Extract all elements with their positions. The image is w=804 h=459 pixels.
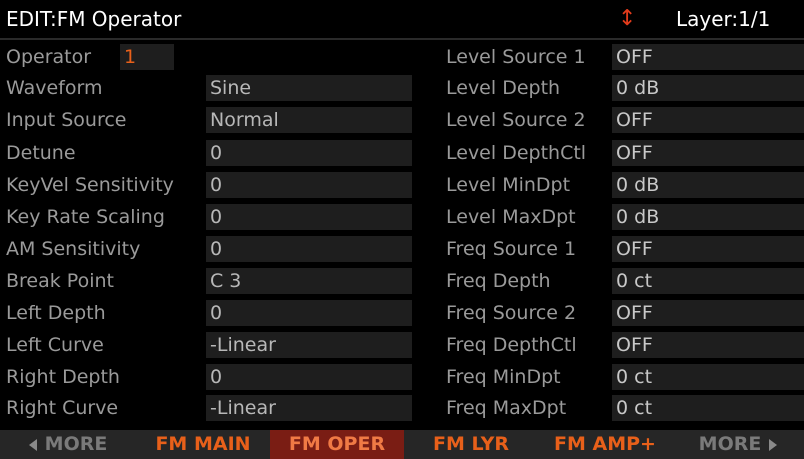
arrow-right-icon — [769, 438, 778, 451]
title-bar: EDIT:FM Operator ↕ Layer:1/1 — [0, 0, 804, 38]
param-label: Freq MinDpt — [446, 366, 561, 388]
param-row-level-mindpt: Level MinDpt 0 dB — [0, 170, 804, 200]
soft-button-label: MORE — [44, 433, 108, 455]
layer-indicator[interactable]: Layer:1/1 — [676, 0, 770, 38]
param-row-level-depth: Level Depth 0 dB — [0, 73, 804, 103]
more-right-button[interactable]: MORE — [672, 430, 804, 459]
page-title: EDIT:FM Operator — [6, 7, 182, 31]
param-label: Freq DepthCtl — [446, 334, 577, 356]
soft-button-bar: MORE FM MAIN FM OPER FM LYR FM AMP+ MORE — [0, 430, 804, 459]
up-down-arrow-icon: ↕ — [618, 6, 637, 31]
param-label: Level MinDpt — [446, 174, 571, 196]
tab-fm-lyr[interactable]: FM LYR — [404, 430, 538, 459]
param-value-field[interactable]: OFF — [612, 140, 804, 166]
param-label: Freq Depth — [446, 270, 551, 292]
param-row-freq-maxdpt: Freq MaxDpt 0 ct — [0, 393, 804, 423]
param-value-field[interactable]: OFF — [612, 44, 804, 70]
soft-button-label: FM MAIN — [155, 433, 251, 455]
tab-fm-main[interactable]: FM MAIN — [136, 430, 270, 459]
param-row-level-source-2: Level Source 2 OFF — [0, 105, 804, 135]
param-row-level-source-1: Level Source 1 OFF — [0, 42, 804, 72]
soft-button-label: MORE — [698, 433, 762, 455]
more-left-button[interactable]: MORE — [0, 430, 136, 459]
tab-fm-oper[interactable]: FM OPER — [270, 430, 404, 459]
param-label: Level Depth — [446, 77, 561, 99]
param-value-field[interactable]: 0 ct — [612, 268, 804, 294]
param-row-freq-mindpt: Freq MinDpt 0 ct — [0, 362, 804, 392]
arrow-left-icon — [28, 438, 37, 451]
param-label: Freq Source 2 — [446, 302, 577, 324]
param-label: Level Source 2 — [446, 109, 586, 131]
param-label: Level Source 1 — [446, 46, 586, 68]
param-value-field[interactable]: OFF — [612, 332, 804, 358]
param-label: Level MaxDpt — [446, 206, 576, 228]
param-value-field[interactable]: 0 dB — [612, 204, 804, 230]
param-value-field[interactable]: 0 dB — [612, 172, 804, 198]
param-row-freq-source-2: Freq Source 2 OFF — [0, 298, 804, 328]
soft-button-label: FM LYR — [432, 433, 510, 455]
param-row-level-depthctl: Level DepthCtl OFF — [0, 138, 804, 168]
param-row-freq-depth: Freq Depth 0 ct — [0, 266, 804, 296]
title-divider — [0, 38, 804, 40]
param-row-freq-source-1: Freq Source 1 OFF — [0, 234, 804, 264]
param-value-field[interactable]: 0 ct — [612, 395, 804, 421]
param-value-field[interactable]: OFF — [612, 107, 804, 133]
tab-fm-amp-plus[interactable]: FM AMP+ — [538, 430, 672, 459]
param-label: Freq Source 1 — [446, 238, 577, 260]
param-value-field[interactable]: OFF — [612, 300, 804, 326]
param-label: Freq MaxDpt — [446, 397, 567, 419]
param-row-freq-depthctl: Freq DepthCtl OFF — [0, 330, 804, 360]
param-value-field[interactable]: OFF — [612, 236, 804, 262]
param-label: Level DepthCtl — [446, 142, 587, 164]
soft-button-label: FM OPER — [288, 433, 386, 455]
param-row-level-maxdpt: Level MaxDpt 0 dB — [0, 202, 804, 232]
param-value-field[interactable]: 0 ct — [612, 364, 804, 390]
soft-button-label: FM AMP+ — [554, 433, 656, 455]
param-value-field[interactable]: 0 dB — [612, 75, 804, 101]
